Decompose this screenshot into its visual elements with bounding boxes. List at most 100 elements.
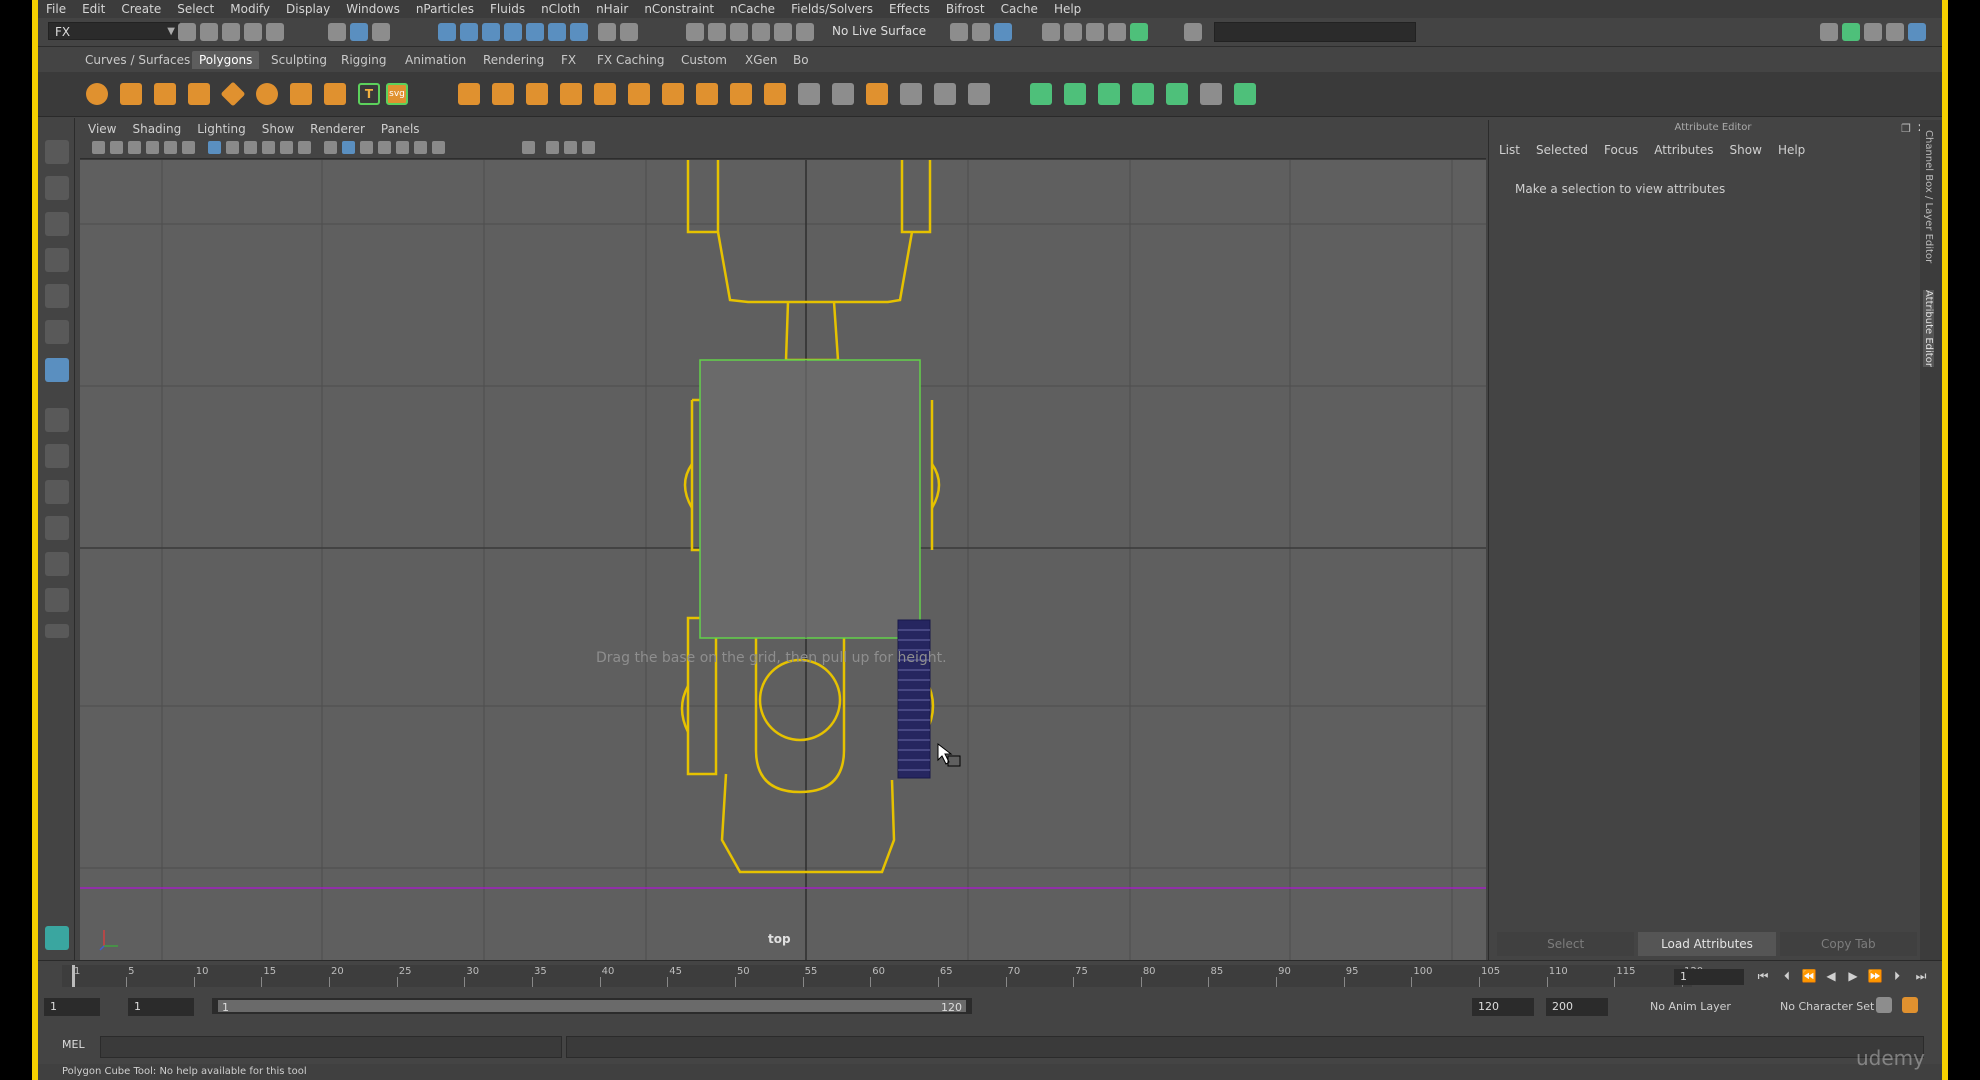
boolean-icon[interactable] (594, 83, 616, 105)
shelf-tab-fx[interactable]: FX (554, 51, 583, 69)
reflection-icon[interactable] (730, 23, 748, 41)
menu-fields-solvers[interactable]: Fields/Solvers (783, 2, 881, 16)
paint-select-tool-icon[interactable] (45, 212, 69, 236)
step-back-key-icon[interactable]: ⏴ (1778, 969, 1796, 983)
workspace-icon[interactable] (1184, 23, 1202, 41)
menu-file[interactable]: File (38, 2, 74, 16)
persp-hypershade-layout-icon[interactable] (45, 552, 69, 576)
image-plane-icon[interactable] (146, 141, 159, 154)
rotate-tool-icon[interactable] (45, 284, 69, 308)
search-input[interactable] (1214, 22, 1416, 42)
camera-attributes-icon[interactable] (110, 141, 123, 154)
xray-icon[interactable] (546, 141, 559, 154)
command-input[interactable] (100, 1036, 562, 1058)
ae-menu-help[interactable]: Help (1768, 143, 1811, 157)
render-setup-icon[interactable] (1086, 23, 1104, 41)
light-editor-icon[interactable] (1108, 23, 1126, 41)
ae-menu-list[interactable]: List (1489, 143, 1526, 157)
hypershade-icon[interactable] (1064, 23, 1082, 41)
menu-modify[interactable]: Modify (222, 2, 278, 16)
shelf-tab-bo[interactable]: Bo (786, 51, 816, 69)
time-ruler[interactable]: 1 5 10 15 20 25 30 35 40 45 50 55 60 65 70 75 80 85 90 95 10… (62, 965, 1703, 987)
select-tool-icon[interactable] (45, 140, 69, 164)
backface-culling-icon[interactable] (582, 141, 595, 154)
move-tool-icon[interactable] (45, 248, 69, 272)
top-viewport[interactable]: Drag the base on the grid, then pull up … (80, 160, 1486, 960)
animation-preferences-icon[interactable] (1902, 997, 1918, 1013)
menu-create[interactable]: Create (113, 2, 169, 16)
snap-live-icon[interactable] (526, 23, 544, 41)
offset-edge-loop-icon[interactable] (968, 83, 990, 105)
automatic-mapping-icon[interactable] (1132, 83, 1154, 105)
quad-draw-icon[interactable] (900, 83, 922, 105)
persp-graph-layout-icon[interactable] (45, 516, 69, 540)
lock-icon[interactable] (598, 23, 616, 41)
two-d-pan-icon[interactable] (164, 141, 177, 154)
bookmarks-icon[interactable] (128, 141, 141, 154)
combine-icon[interactable] (458, 83, 480, 105)
gate-mask-icon[interactable] (262, 141, 275, 154)
lasso-tool-icon[interactable] (45, 176, 69, 200)
ipr-render-icon[interactable] (994, 23, 1012, 41)
snap-pivot-icon[interactable] (548, 23, 566, 41)
field-chart-icon[interactable] (280, 141, 293, 154)
auto-key-icon[interactable] (1876, 997, 1892, 1013)
step-forward-frame-icon[interactable]: ⏩ (1866, 969, 1884, 983)
render-current-icon[interactable] (972, 23, 990, 41)
more-layouts-icon[interactable] (45, 624, 69, 638)
shelf-tab-xgen[interactable]: XGen (738, 51, 785, 69)
shelf-tab-curves-surfaces[interactable]: Curves / Surfaces (78, 51, 197, 69)
xray-joints-icon[interactable] (564, 141, 577, 154)
render-settings-icon[interactable] (1042, 23, 1060, 41)
shelf-tab-custom[interactable]: Custom (674, 51, 734, 69)
select-button[interactable]: Select (1497, 932, 1635, 956)
toggle-grid-icon[interactable] (1130, 23, 1148, 41)
menu-nhair[interactable]: nHair (588, 2, 636, 16)
isolate-select-icon[interactable] (522, 141, 535, 154)
character-set-dropdown[interactable]: No Character Set (1780, 1000, 1874, 1013)
make-live-icon[interactable] (774, 23, 792, 41)
extract-icon[interactable] (526, 83, 548, 105)
play-forwards-icon[interactable]: ▶ (1844, 969, 1862, 983)
menu-select[interactable]: Select (169, 2, 222, 16)
shelf-tab-rendering[interactable]: Rendering (476, 51, 551, 69)
select-component-icon[interactable] (372, 23, 390, 41)
menu-effects[interactable]: Effects (881, 2, 938, 16)
panel-menu-panels[interactable]: Panels (373, 122, 428, 136)
save-scene-icon[interactable] (222, 23, 240, 41)
animation-start-field[interactable]: 1 (44, 998, 100, 1016)
svg-tool-icon[interactable]: svg (386, 83, 408, 105)
anim-layer-dropdown[interactable]: No Anim Layer (1650, 1000, 1731, 1013)
ae-menu-attributes[interactable]: Attributes (1644, 143, 1719, 157)
go-to-start-icon[interactable]: ⏮ (1754, 969, 1772, 983)
open-scene-icon[interactable] (200, 23, 218, 41)
poly-sphere-icon[interactable] (86, 83, 108, 105)
construction-history-icon[interactable] (796, 23, 814, 41)
menu-fluids[interactable]: Fluids (482, 2, 533, 16)
polygon-cube-tool-icon[interactable] (45, 358, 69, 382)
panel-menu-renderer[interactable]: Renderer (302, 122, 373, 136)
menu-set-dropdown[interactable]: FX ▼ (48, 22, 180, 40)
film-gate-icon[interactable] (226, 141, 239, 154)
textured-icon[interactable] (378, 141, 391, 154)
checker-map-icon[interactable] (1200, 83, 1222, 105)
poly-type-icon[interactable]: T (358, 83, 380, 105)
playback-end-field[interactable]: 120 (1472, 998, 1534, 1016)
shelf-tab-sculpting[interactable]: Sculpting (264, 51, 334, 69)
step-forward-key-icon[interactable]: ⏵ (1888, 969, 1906, 983)
snap-grid-icon[interactable] (438, 23, 456, 41)
multi-cut-icon[interactable] (798, 83, 820, 105)
panel-menu-show[interactable]: Show (254, 122, 302, 136)
wireframe-on-shaded-icon[interactable] (360, 141, 373, 154)
menu-ncache[interactable]: nCache (722, 2, 783, 16)
shelf-tab-fx-caching[interactable]: FX Caching (590, 51, 671, 69)
script-language-toggle[interactable]: MEL (62, 1038, 85, 1051)
shelf-tab-rigging[interactable]: Rigging (334, 51, 393, 69)
poly-pipe-icon[interactable] (324, 83, 346, 105)
snap-view-plane-icon[interactable] (504, 23, 522, 41)
uv-layout-icon[interactable] (1234, 83, 1256, 105)
menu-ncloth[interactable]: nCloth (533, 2, 588, 16)
load-attributes-button[interactable]: Load Attributes (1638, 932, 1776, 956)
soft-select-icon[interactable] (708, 23, 726, 41)
menu-cache[interactable]: Cache (993, 2, 1046, 16)
